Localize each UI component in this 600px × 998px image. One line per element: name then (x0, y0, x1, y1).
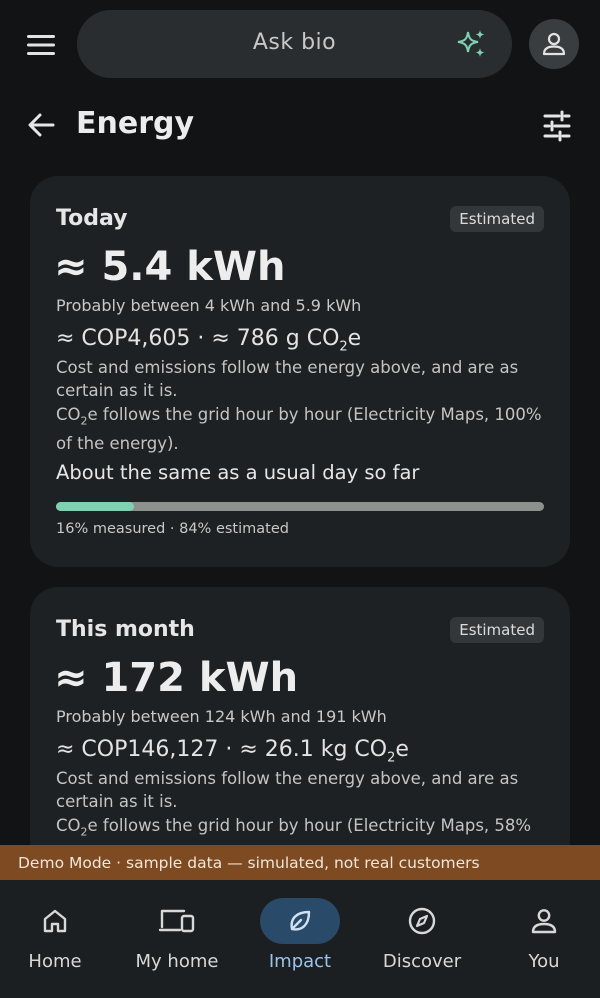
certainty-note: Cost and emissions follow the energy abo… (56, 358, 519, 400)
bottom-navigation: Home My home Impact Discover You (0, 880, 600, 998)
certainty-note: Cost and emissions follow the energy abo… (56, 769, 519, 811)
energy-range: Probably between 4 kWh and 5.9 kWh (56, 296, 362, 315)
home-icon (15, 898, 95, 944)
nav-label: You (528, 951, 560, 972)
energy-value: ≈ 172 kWh (54, 655, 299, 701)
search-bar[interactable]: Ask bio (77, 10, 512, 78)
nav-label: Home (28, 951, 82, 972)
card-title: This month (56, 617, 195, 642)
top-bar: Ask bio (0, 0, 600, 90)
account-avatar[interactable] (529, 19, 579, 69)
nav-impact[interactable]: Impact (240, 880, 360, 998)
measured-progress-bar (56, 502, 544, 511)
estimated-badge: Estimated (450, 617, 544, 643)
leaf-icon (260, 898, 340, 944)
today-card[interactable]: Today Estimated ≈ 5.4 kWh Probably betwe… (30, 176, 570, 567)
back-arrow-icon[interactable] (26, 110, 56, 144)
estimated-badge: Estimated (450, 206, 544, 232)
devices-icon (137, 898, 217, 944)
energy-range: Probably between 124 kWh and 191 kWh (56, 707, 387, 726)
compass-icon (382, 898, 462, 944)
grid-note-prefix: CO (56, 816, 81, 835)
measured-fill (56, 502, 135, 511)
page-title: Energy (76, 106, 195, 141)
co2-subscript: 2 (80, 825, 88, 839)
nav-home[interactable]: Home (0, 880, 115, 998)
nav-label: Impact (268, 951, 332, 972)
nav-label: Discover (382, 951, 462, 972)
search-placeholder: Ask bio (252, 30, 337, 55)
co2-subscript: 2 (80, 414, 88, 428)
progress-label: 16% measured · 84% estimated (56, 521, 289, 537)
nav-discover[interactable]: Discover (362, 880, 482, 998)
grid-note-suffix: e follows the grid hour by hour (Electri… (56, 405, 542, 454)
nav-you[interactable]: You (484, 880, 600, 998)
person-icon (542, 32, 566, 56)
demo-mode-banner: Demo Mode · sample data — simulated, not… (0, 845, 600, 880)
cost-suffix: e (347, 326, 362, 351)
nav-my-home[interactable]: My home (117, 880, 237, 998)
cost-text: ≈ COP4,605 · ≈ 786 g CO (56, 326, 340, 351)
co2-subscript: 2 (339, 339, 348, 355)
page-header: Energy (0, 100, 600, 156)
sparkle-icon[interactable] (456, 28, 488, 64)
grid-note-prefix: CO (56, 405, 81, 424)
menu-icon[interactable] (20, 25, 62, 65)
person-icon (504, 898, 584, 944)
comparison-text: About the same as a usual day so far (56, 461, 420, 484)
cost-text: ≈ COP146,127 · ≈ 26.1 kg CO (56, 737, 388, 762)
cost-emissions: ≈ COP4,605 · ≈ 786 g CO2e (56, 326, 361, 354)
cost-suffix: e (395, 737, 409, 762)
card-title: Today (56, 206, 128, 231)
month-card[interactable]: This month Estimated ≈ 172 kWh Probably … (30, 587, 570, 887)
nav-label: My home (135, 951, 219, 972)
grid-note: CO2e follows the grid hour by hour (Elec… (56, 403, 546, 455)
tune-icon[interactable] (541, 110, 573, 146)
energy-value: ≈ 5.4 kWh (54, 244, 286, 290)
cost-emissions: ≈ COP146,127 · ≈ 26.1 kg CO2e (56, 737, 409, 765)
